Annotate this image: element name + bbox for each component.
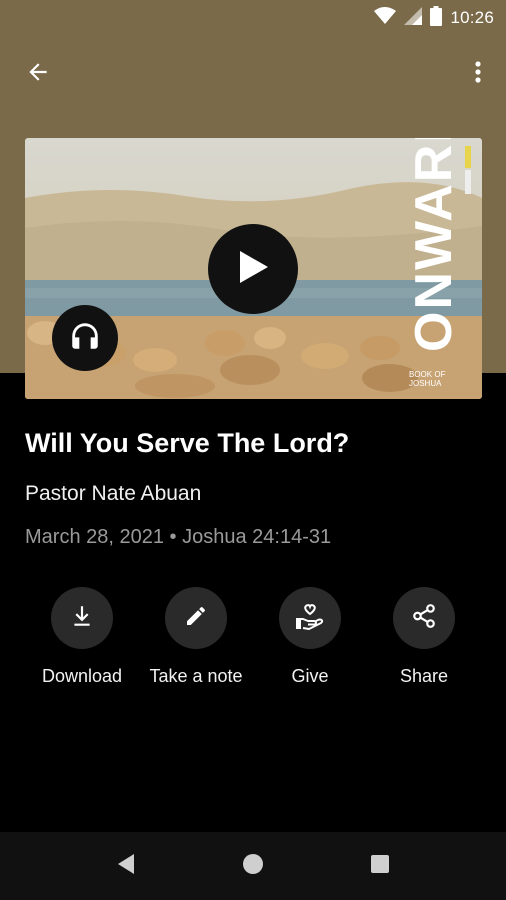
play-button[interactable]: [208, 224, 298, 314]
sermon-title: Will You Serve The Lord?: [25, 428, 350, 458]
pencil-icon: [184, 604, 208, 633]
give-label: Give: [291, 666, 329, 686]
give-action[interactable]: Give: [253, 587, 367, 687]
share-label: Share: [399, 666, 449, 686]
speaker-name: Pastor Nate Abuan: [25, 482, 202, 505]
artwork-accent-bar: [465, 146, 471, 168]
sermon-date-scripture: March 28, 2021 • Joshua 24:14-31: [25, 526, 332, 548]
nav-recents-icon: [370, 854, 390, 879]
take-note-label: Take a note: [149, 666, 243, 686]
share-button[interactable]: [393, 587, 455, 649]
download-action[interactable]: Download: [25, 587, 139, 687]
more-vert-icon: [475, 60, 481, 89]
nav-home-icon: [242, 853, 264, 880]
signal-icon: [404, 6, 423, 30]
action-buttons: Download Take a note Give Share: [25, 587, 481, 697]
artwork-title-text: ONWARD: [405, 138, 463, 352]
more-options-button[interactable]: [466, 56, 490, 92]
play-icon: [236, 249, 270, 290]
wifi-icon: [374, 6, 397, 30]
share-action[interactable]: Share: [367, 587, 481, 687]
share-icon: [411, 603, 437, 634]
status-time: 10:26: [450, 8, 494, 27]
audio-button[interactable]: [52, 305, 118, 371]
artwork-accent-bar-light: [465, 170, 471, 194]
system-nav-bar: [0, 832, 506, 900]
nav-back-button[interactable]: [102, 842, 150, 890]
take-note-action[interactable]: Take a note: [139, 587, 253, 687]
give-heart-hand-icon: [295, 602, 325, 635]
status-icons: 10:26: [374, 5, 494, 31]
nav-home-button[interactable]: [229, 842, 277, 890]
download-button[interactable]: [51, 587, 113, 649]
download-icon: [69, 603, 95, 634]
take-note-button[interactable]: [165, 587, 227, 649]
headphones-icon: [68, 319, 102, 358]
nav-back-icon: [116, 853, 136, 880]
app-bar: [0, 50, 506, 98]
battery-icon: [430, 5, 443, 31]
arrow-back-icon: [25, 59, 51, 90]
nav-recents-button[interactable]: [356, 842, 404, 890]
back-button[interactable]: [20, 56, 56, 92]
give-button[interactable]: [279, 587, 341, 649]
download-label: Download: [41, 666, 123, 686]
artwork-subtitle-text: BOOK OF JOSHUA: [409, 370, 446, 388]
status-bar: 10:26: [0, 0, 506, 36]
